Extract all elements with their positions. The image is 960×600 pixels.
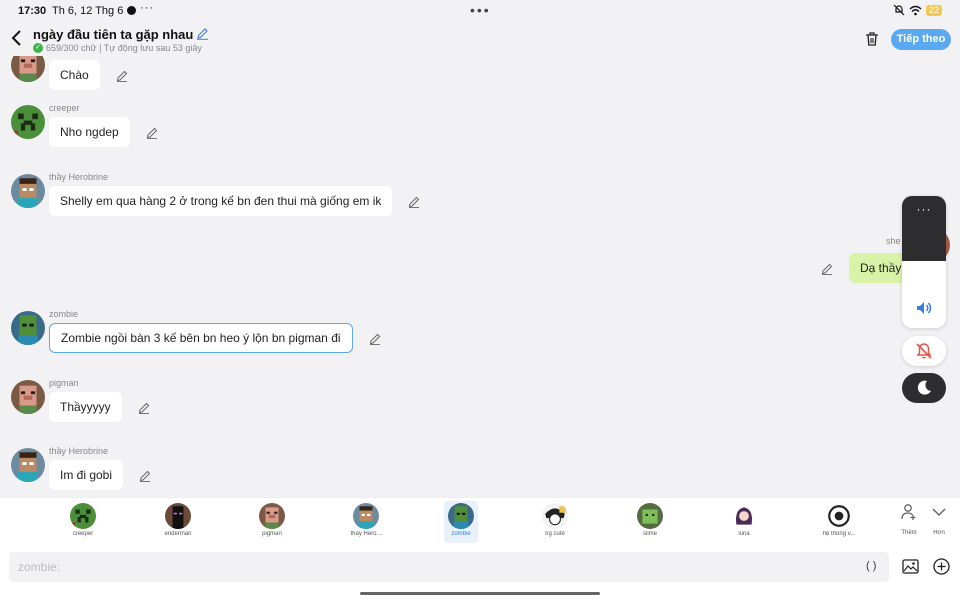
chevron-down-icon: [932, 508, 946, 517]
panel-more-icon[interactable]: ···: [902, 202, 946, 216]
next-button[interactable]: Tiếp theo: [891, 29, 951, 50]
message-bubble[interactable]: Im đi gobi: [49, 460, 124, 490]
character-label: thầy Hero...: [350, 531, 382, 537]
character-h-th-ng-v[interactable]: hệ thống v...: [822, 501, 856, 543]
edit-message-icon[interactable]: [369, 332, 381, 345]
character-label: creeper: [72, 531, 94, 537]
sender-name: pigman: [49, 378, 79, 388]
mute-icon: [893, 4, 905, 16]
status-icons: 22: [893, 4, 942, 16]
add-circle-icon[interactable]: [933, 558, 950, 575]
character-label: zombie: [451, 531, 471, 537]
author-avatar: [542, 503, 568, 529]
word-count-autosave: 659/300 chữ | Tự động lưu sau 53 giây: [46, 43, 202, 53]
character-creeper[interactable]: creeper: [66, 501, 100, 543]
messenger-icon: [127, 6, 136, 15]
enderman-avatar: [165, 503, 191, 529]
avatar[interactable]: [11, 311, 45, 345]
character-label: pigman: [262, 531, 282, 537]
status-date: Th 6, 12 Thg 6: [52, 5, 124, 17]
sender-name: thầy Herobrine: [49, 172, 109, 182]
avatar[interactable]: [11, 105, 45, 139]
parentheses-button[interactable]: ( ): [866, 560, 876, 572]
message-bubble[interactable]: Zombie ngồi bàn 3 kế bên bn heo ý lộn bn…: [49, 323, 353, 353]
more-label: Hơn: [933, 530, 945, 536]
character-zombie[interactable]: zombie: [444, 501, 478, 543]
more-characters-button[interactable]: Hơn: [927, 503, 951, 536]
add-person-icon: [901, 504, 916, 520]
saved-check-icon: ✓: [33, 43, 43, 53]
character-label: slime: [642, 531, 657, 537]
avatar[interactable]: [11, 56, 45, 82]
edit-message-icon[interactable]: [146, 126, 158, 139]
creeper-avatar: [70, 503, 96, 529]
mute-toggle[interactable]: [902, 336, 946, 366]
message-bubble[interactable]: Shelly em qua hàng 2 ở trong kế bn đen t…: [49, 186, 393, 216]
herobrine-avatar: [353, 503, 379, 529]
edit-title-icon[interactable]: [196, 27, 209, 40]
sender-name: thầy Herobrine: [49, 446, 109, 456]
story-title[interactable]: ngày đầu tiên ta gặp nhau: [33, 27, 193, 42]
edit-message-icon[interactable]: [138, 401, 150, 414]
volume-icon[interactable]: [915, 299, 933, 317]
character-label: hệ thống v...: [822, 531, 856, 537]
floating-control-panel: ···: [902, 196, 946, 328]
add-character-button[interactable]: Thêm: [897, 503, 921, 536]
back-arrow-icon[interactable]: [10, 29, 24, 47]
message-input[interactable]: [9, 552, 889, 582]
character-bar: hệ thống v... luna slime t/g cute zombie thầy…: [0, 497, 960, 547]
status-more-icon: ···: [140, 2, 154, 14]
moon-icon: [917, 380, 931, 395]
sender-name: zombie: [49, 309, 79, 319]
image-icon[interactable]: [902, 559, 919, 574]
bell-off-icon: [916, 343, 932, 359]
edit-message-icon[interactable]: [821, 262, 833, 275]
edit-message-icon[interactable]: [139, 469, 151, 482]
character-enderman[interactable]: enderman: [161, 501, 195, 543]
edit-message-icon[interactable]: [116, 69, 128, 82]
avatar[interactable]: [11, 380, 45, 414]
character-th-y-hero[interactable]: thầy Hero...: [349, 501, 383, 543]
home-indicator[interactable]: [360, 592, 600, 595]
trash-icon[interactable]: [864, 31, 880, 47]
sender-name: she: [886, 236, 901, 246]
message-list: Chào creeper Nho ngdep thầy Herobrine Shelly…: [0, 56, 960, 496]
story-header: ngày đầu tiên ta gặp nhau ✓ 659/300 chữ …: [0, 22, 960, 56]
system-avatar: [826, 503, 852, 529]
sender-name: creeper: [49, 103, 80, 113]
character-t-g-cute[interactable]: t/g cute: [538, 501, 572, 543]
message-bubble[interactable]: Thầyyyyy: [49, 392, 122, 422]
status-time: 17:30: [18, 5, 47, 17]
add-label: Thêm: [901, 530, 917, 536]
multitask-dots[interactable]: •••: [470, 2, 491, 18]
slime-avatar: [637, 503, 663, 529]
avatar[interactable]: [11, 174, 45, 208]
character-luna[interactable]: luna: [727, 501, 761, 543]
wifi-icon: [909, 5, 922, 15]
character-slime[interactable]: slime: [633, 501, 667, 543]
character-label: t/g cute: [545, 531, 565, 537]
edit-message-icon[interactable]: [408, 195, 420, 208]
message-bubble[interactable]: Chào: [49, 60, 100, 90]
dark-mode-toggle[interactable]: [902, 373, 946, 403]
input-row: ( ): [0, 547, 960, 600]
story-subtitle: ✓ 659/300 chữ | Tự động lưu sau 53 giây: [33, 43, 202, 53]
zombie-avatar: [448, 503, 474, 529]
avatar[interactable]: [11, 448, 45, 482]
luna-avatar: [731, 503, 757, 529]
battery-icon: 22: [925, 4, 942, 16]
status-bar: 17:30 Th 6, 12 Thg 6 ··· ••• 22: [0, 0, 960, 22]
character-label: enderman: [164, 531, 192, 537]
character-label: luna: [738, 531, 750, 537]
message-bubble[interactable]: Nho ngdep: [49, 117, 130, 147]
character-pigman[interactable]: pigman: [255, 501, 289, 543]
pigman-avatar: [259, 503, 285, 529]
